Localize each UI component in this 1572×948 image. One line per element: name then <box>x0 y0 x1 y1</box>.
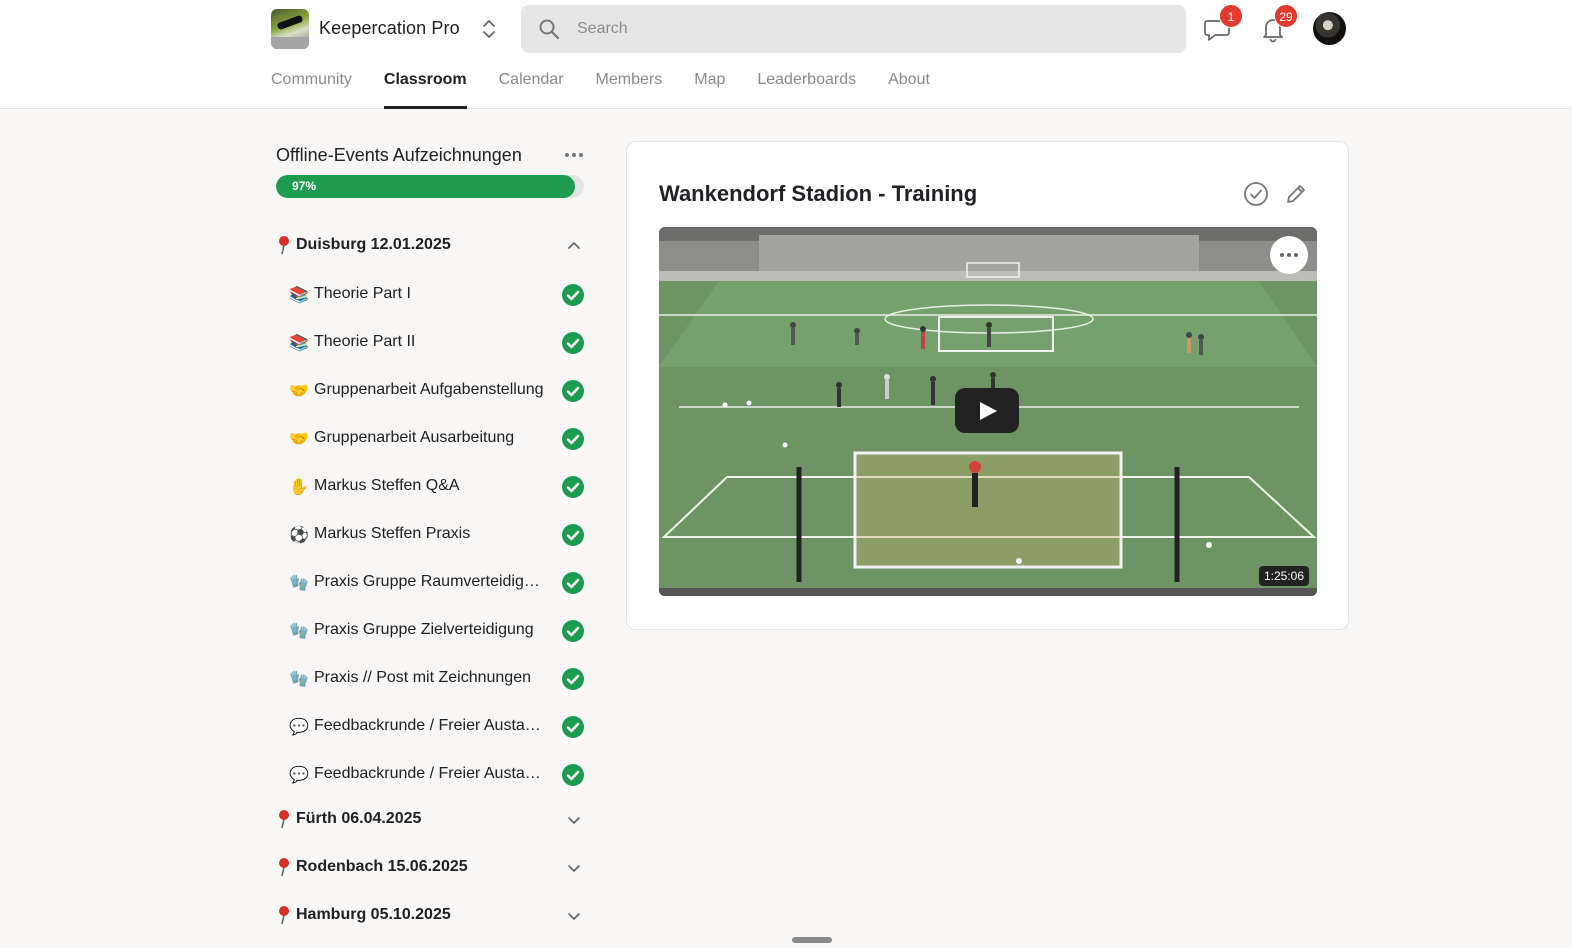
lesson-card: Wankendorf Stadion - Training 1:25:06 <box>626 141 1349 630</box>
course-progress-bar: 97% <box>276 175 584 198</box>
course-progress-fill <box>276 175 575 198</box>
completed-check-icon <box>562 764 584 786</box>
section-hamburg[interactable]: Hamburg 05.10.2025 <box>276 897 584 935</box>
lesson-label: Markus Steffen Q&A <box>314 477 460 494</box>
lesson-item[interactable]: ⚽ Markus Steffen Praxis <box>288 514 586 554</box>
chevron-up-icon <box>568 242 580 249</box>
chat-button[interactable]: 1 <box>1203 4 1243 44</box>
play-icon[interactable] <box>955 388 1019 433</box>
lesson-label: Feedbackrunde / Freier Austau… <box>314 717 546 734</box>
video-duration: 1:25:06 <box>1258 566 1309 586</box>
gloves-icon: 🧤 <box>289 573 309 592</box>
lesson-item[interactable]: 💬 Feedbackrunde / Freier Austau… <box>288 706 586 746</box>
tab-map[interactable]: Map <box>694 70 725 109</box>
lesson-label: Gruppenarbeit Ausarbeitung <box>314 429 515 446</box>
completed-check-icon <box>562 284 584 306</box>
tab-classroom[interactable]: Classroom <box>383 70 467 109</box>
completed-check-icon <box>562 332 584 354</box>
tab-members[interactable]: Members <box>596 70 663 109</box>
search-input[interactable] <box>577 5 1167 53</box>
video-player[interactable]: 1:25:06 <box>659 227 1317 596</box>
lesson-label: Feedbackrunde / Freier Austau… <box>314 765 546 782</box>
lesson-item[interactable]: 💬 Feedbackrunde / Freier Austau… <box>288 754 586 794</box>
notifications-badge: 29 <box>1274 4 1298 28</box>
completed-check-icon <box>562 428 584 450</box>
course-title: Offline-Events Aufzeichnungen <box>276 145 522 165</box>
lesson-label: Markus Steffen Praxis <box>314 525 471 542</box>
section-fuerth[interactable]: Fürth 06.04.2025 <box>276 801 584 839</box>
course-progress-label: 97% <box>292 179 317 193</box>
gloves-icon: 🧤 <box>289 669 309 688</box>
search-bar <box>521 5 1186 53</box>
notifications-button[interactable]: 29 <box>1258 4 1298 44</box>
edit-pencil-icon[interactable] <box>1282 180 1310 208</box>
chevron-down-icon <box>568 913 580 920</box>
section-title: Fürth 06.04.2025 <box>296 810 422 827</box>
community-name[interactable]: Keepercation Pro <box>319 18 460 39</box>
top-header: Keepercation Pro 1 29 Community Classroo… <box>0 0 1572 109</box>
scroll-handle[interactable] <box>792 937 832 943</box>
lesson-item[interactable]: 🤝 Gruppenarbeit Aufgabenstellung <box>288 370 586 410</box>
section-title: Duisburg 12.01.2025 <box>296 236 451 253</box>
handshake-icon: 🤝 <box>289 429 309 448</box>
chevron-down-icon <box>568 817 580 824</box>
tab-community[interactable]: Community <box>271 70 352 109</box>
lesson-label: Praxis // Post mit Zeichnungen <box>314 669 531 686</box>
pin-icon <box>279 906 289 925</box>
video-options-icon[interactable] <box>1270 236 1308 274</box>
lesson-label: Praxis Gruppe Raumverteidigu… <box>314 573 546 590</box>
search-icon <box>539 19 560 40</box>
lesson-item[interactable]: 📚 Theorie Part II <box>288 322 586 362</box>
completed-check-icon <box>562 524 584 546</box>
speech-bubble-icon: 💬 <box>289 765 309 784</box>
course-options-icon[interactable] <box>562 143 586 167</box>
lesson-item[interactable]: ✋ Markus Steffen Q&A <box>288 466 586 506</box>
tab-calendar[interactable]: Calendar <box>499 70 564 109</box>
completed-check-icon <box>562 620 584 642</box>
books-icon: 📚 <box>289 333 309 352</box>
pin-icon <box>279 810 289 829</box>
soccer-ball-icon: ⚽ <box>289 525 309 544</box>
pin-icon <box>279 236 289 255</box>
section-title: Rodenbach 15.06.2025 <box>296 858 468 875</box>
mark-complete-icon[interactable] <box>1242 180 1270 208</box>
lesson-label: Theorie Part I <box>314 285 411 302</box>
lesson-item[interactable]: 📚 Theorie Part I <box>288 274 586 314</box>
community-logo[interactable] <box>271 9 309 49</box>
lesson-item[interactable]: 🧤 Praxis Gruppe Raumverteidigu… <box>288 562 586 602</box>
pin-icon <box>279 858 289 877</box>
gloves-icon: 🧤 <box>289 621 309 640</box>
completed-check-icon <box>562 380 584 402</box>
user-avatar[interactable] <box>1313 12 1346 45</box>
lesson-title: Wankendorf Stadion - Training <box>659 181 978 206</box>
handshake-icon: 🤝 <box>289 381 309 400</box>
completed-check-icon <box>562 476 584 498</box>
section-title: Hamburg 05.10.2025 <box>296 906 451 923</box>
lesson-label: Theorie Part II <box>314 333 416 350</box>
speech-bubble-icon: 💬 <box>289 717 309 736</box>
completed-check-icon <box>562 668 584 690</box>
tab-leaderboards[interactable]: Leaderboards <box>757 70 856 109</box>
tab-about[interactable]: About <box>888 70 930 109</box>
chevron-down-icon <box>568 865 580 872</box>
chat-badge: 1 <box>1219 4 1243 28</box>
completed-check-icon <box>562 716 584 738</box>
raised-hand-icon: ✋ <box>289 477 309 496</box>
books-icon: 📚 <box>289 285 309 304</box>
lesson-item[interactable]: 🧤 Praxis // Post mit Zeichnungen <box>288 658 586 698</box>
lesson-item[interactable]: 🤝 Gruppenarbeit Ausarbeitung <box>288 418 586 458</box>
community-switcher-icon[interactable] <box>479 17 499 41</box>
lesson-item[interactable]: 🧤 Praxis Gruppe Zielverteidigung <box>288 610 586 650</box>
section-rodenbach[interactable]: Rodenbach 15.06.2025 <box>276 849 584 887</box>
completed-check-icon <box>562 572 584 594</box>
section-duisburg[interactable]: Duisburg 12.01.2025 <box>276 227 584 265</box>
lesson-label: Gruppenarbeit Aufgabenstellung <box>314 381 544 398</box>
lesson-label: Praxis Gruppe Zielverteidigung <box>314 621 534 638</box>
main-nav: Community Classroom Calendar Members Map… <box>271 70 930 109</box>
